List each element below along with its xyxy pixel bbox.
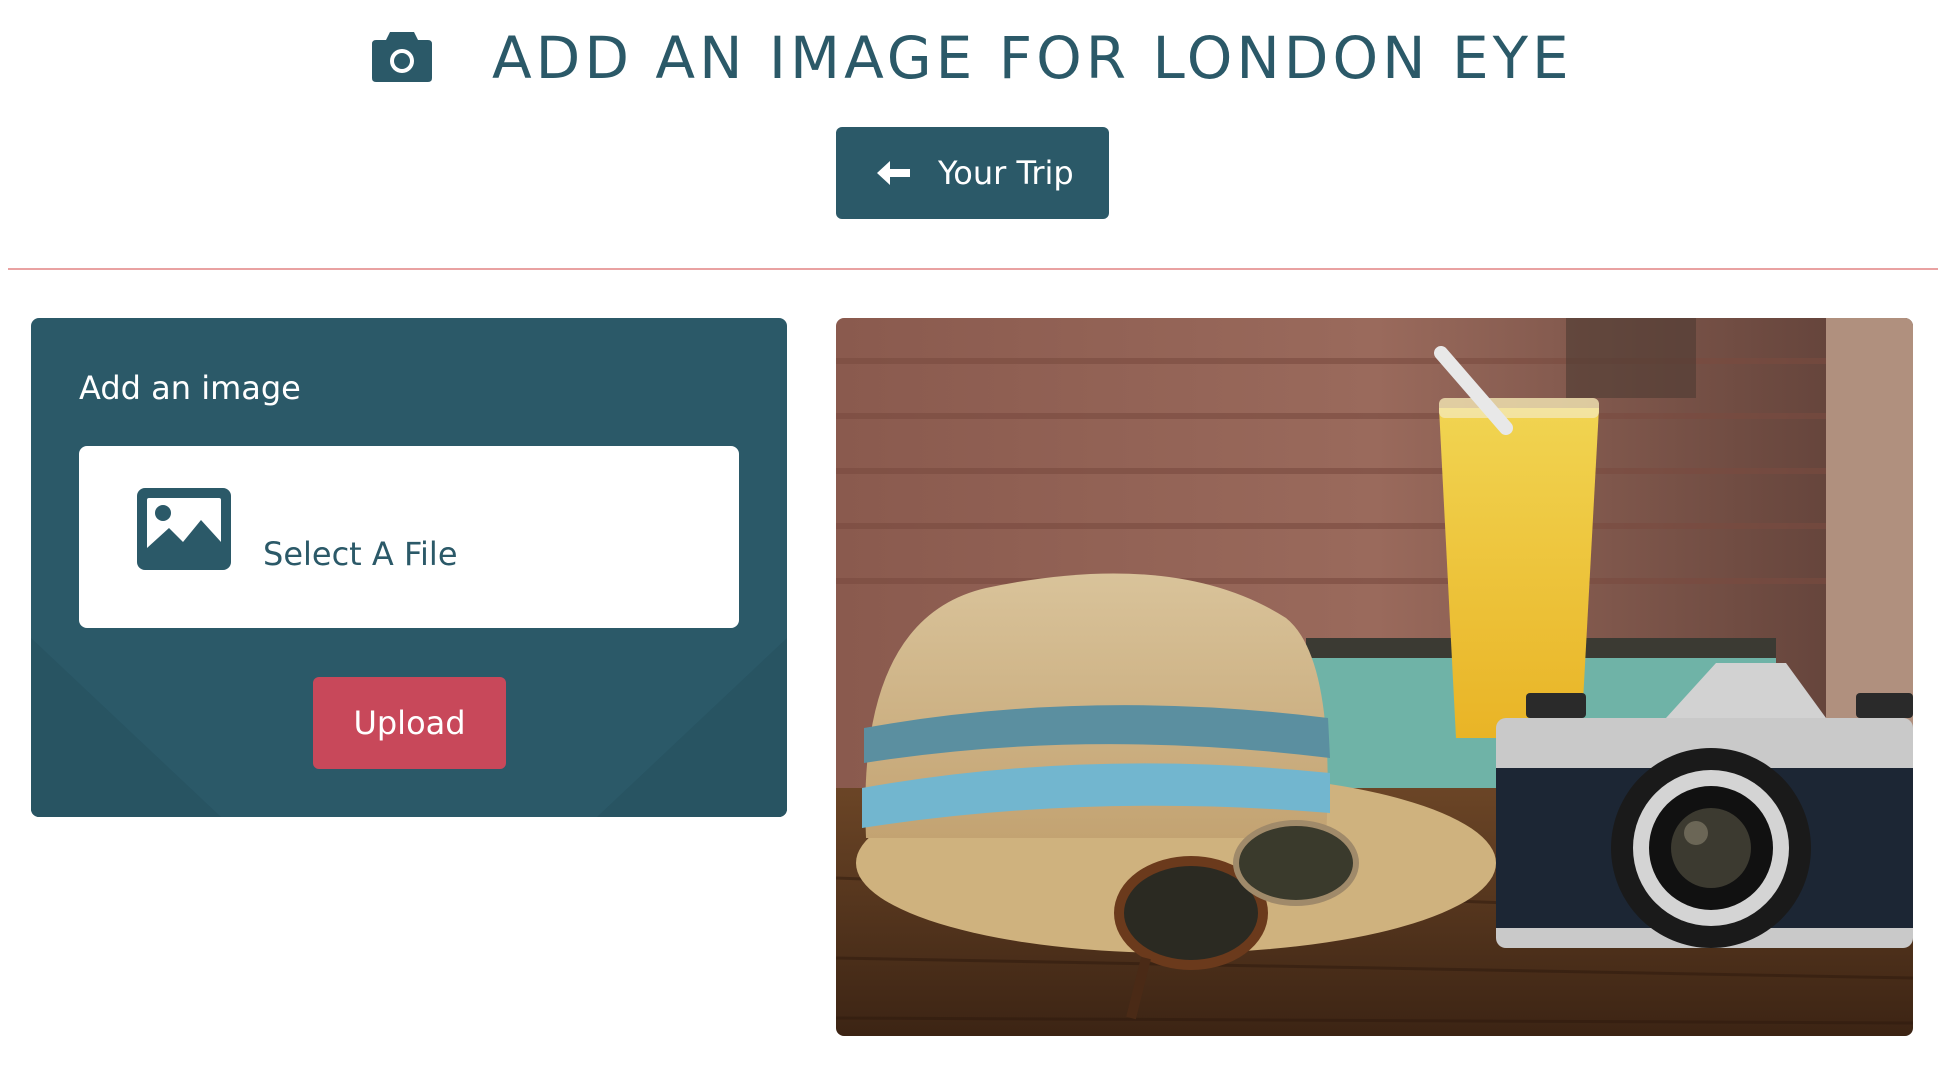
select-file-label: Select A File (263, 535, 458, 573)
upload-button[interactable]: Upload (313, 677, 506, 769)
camera-icon (372, 32, 432, 82)
arrow-left-icon (877, 161, 910, 185)
image-icon (137, 488, 231, 570)
panel-title: Add an image (79, 369, 301, 407)
select-file-input[interactable]: Select A File (79, 446, 739, 628)
divider (8, 268, 1938, 270)
travel-photo-illustration (836, 318, 1913, 1036)
travel-photo (836, 318, 1913, 1036)
upload-panel: Add an image Select A File Upload (31, 318, 787, 817)
page-title: ADD AN IMAGE FOR LONDON EYE (492, 24, 1573, 92)
your-trip-button[interactable]: Your Trip (836, 127, 1109, 219)
page-header: ADD AN IMAGE FOR LONDON EYE (0, 0, 1950, 120)
your-trip-label: Your Trip (938, 154, 1074, 192)
